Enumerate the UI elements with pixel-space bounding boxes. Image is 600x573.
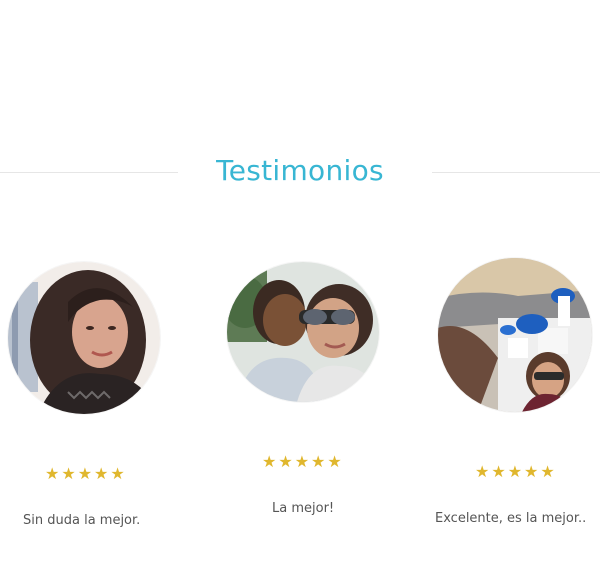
testimonial-quote-3: Excelente, es la mejor.. [435,511,587,526]
rating-stars-1: ★★★★★ [45,464,127,483]
woman-portrait-icon [8,262,160,414]
avatar-1 [8,262,160,414]
avatar-3 [438,258,592,412]
testimonial-quote-1: Sin duda la mejor. [23,513,141,528]
rating-stars-2: ★★★★★ [262,452,344,471]
section-title: Testimonios [216,154,384,187]
travel-santorini-portrait-icon [438,258,592,412]
testimonial-quote-2: La mejor! [272,501,335,516]
avatar-2 [227,262,379,402]
mother-child-portrait-icon [227,262,379,402]
rating-stars-3: ★★★★★ [475,462,557,481]
